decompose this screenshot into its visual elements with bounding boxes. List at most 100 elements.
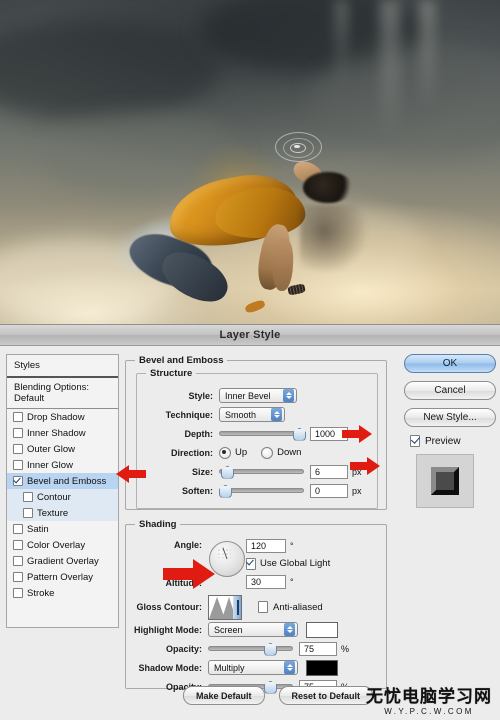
person-hair — [303, 172, 353, 203]
watermark-url: W.Y.P.C.W.COM — [366, 707, 492, 716]
checkbox-icon[interactable] — [13, 412, 23, 422]
sidebar-item-label: Gradient Overlay — [27, 556, 99, 567]
checkbox-icon[interactable] — [13, 444, 23, 454]
size-slider[interactable] — [219, 465, 304, 479]
highlight-opacity-slider[interactable] — [208, 642, 293, 656]
row-use-global-light[interactable]: Use Global Light — [246, 554, 380, 573]
slider-track — [219, 431, 304, 436]
checkbox-icon[interactable] — [13, 588, 23, 598]
slider-thumb[interactable] — [264, 643, 277, 656]
dialog-footer: Make Default Reset to Default 无忧电脑学习网 W.… — [0, 680, 500, 720]
preview-label: Preview — [425, 436, 461, 447]
size-input[interactable]: 6 — [310, 465, 348, 479]
sidebar-item-satin[interactable]: Satin — [7, 521, 118, 537]
ok-button[interactable]: OK — [404, 354, 496, 373]
highlight-mode-value: Screen — [214, 625, 280, 635]
sidebar-item-drop-shadow[interactable]: Drop Shadow — [7, 409, 118, 425]
sidebar-item-bevel-and-emboss[interactable]: Bevel and Emboss — [7, 473, 118, 489]
reset-to-default-button[interactable]: Reset to Default — [279, 686, 374, 705]
altitude-input[interactable]: 30 — [246, 575, 286, 589]
checkbox-icon[interactable] — [13, 572, 23, 582]
sidebar-blending-options[interactable]: Blending Options: Default — [7, 378, 118, 409]
checkbox-icon[interactable] — [258, 601, 268, 613]
shading-group: Shading Angle: Altitude: — [125, 524, 387, 689]
label-angle: Angle: — [130, 537, 202, 554]
sidebar-item-gradient-overlay[interactable]: Gradient Overlay — [7, 553, 118, 569]
sidebar-item-contour[interactable]: Contour — [7, 489, 118, 505]
cancel-button[interactable]: Cancel — [404, 381, 496, 400]
depth-input[interactable]: 1000 — [310, 427, 348, 441]
label-highlight-mode: Highlight Mode: — [130, 625, 208, 635]
checkbox-icon[interactable] — [13, 460, 23, 470]
row-shadow-mode: Shadow Mode: Multiply — [130, 658, 380, 677]
shadow-mode-select[interactable]: Multiply — [208, 660, 298, 675]
dialog-title: Layer Style — [220, 329, 281, 341]
sidebar-item-label: Texture — [37, 508, 68, 519]
gloss-contour-preview[interactable] — [208, 595, 242, 620]
sidebar-item-inner-shadow[interactable]: Inner Shadow — [7, 425, 118, 441]
preview-toggle[interactable]: Preview — [410, 435, 496, 447]
depth-slider[interactable] — [219, 427, 304, 441]
technique-select[interactable]: Smooth — [219, 407, 285, 422]
shadow-color-swatch[interactable] — [306, 660, 338, 676]
style-select[interactable]: Inner Bevel — [219, 388, 297, 403]
highlight-opacity-input[interactable]: 75 — [299, 642, 337, 656]
sidebar-item-color-overlay[interactable]: Color Overlay — [7, 537, 118, 553]
watermark: 无忧电脑学习网 W.Y.P.C.W.COM — [366, 689, 492, 716]
highlight-mode-select[interactable]: Screen — [208, 622, 298, 637]
sidebar-item-outer-glow[interactable]: Outer Glow — [7, 441, 118, 457]
angle-dial-wrap[interactable] — [208, 537, 246, 577]
slider-thumb[interactable] — [219, 485, 232, 498]
checkbox-icon[interactable] — [13, 476, 23, 486]
radio-direction-down[interactable] — [261, 447, 273, 459]
technique-select-value: Smooth — [225, 410, 267, 420]
sidebar-empty-area — [7, 601, 118, 685]
shadow-mode-value: Multiply — [214, 663, 280, 673]
sidebar-item-label: Color Overlay — [27, 540, 85, 551]
sidebar-item-stroke[interactable]: Stroke — [7, 585, 118, 601]
label-direction-up: Up — [235, 447, 247, 458]
checkbox-icon[interactable] — [13, 428, 23, 438]
chevron-updown-icon[interactable] — [283, 389, 294, 402]
sidebar-item-texture[interactable]: Texture — [7, 505, 118, 521]
checkbox-icon[interactable] — [23, 492, 33, 502]
row-direction: Direction: Up Down — [141, 443, 371, 462]
group-legend-structure: Structure — [146, 368, 196, 379]
row-altitude: 30 ° — [246, 573, 380, 590]
slider-thumb[interactable] — [221, 466, 234, 479]
chevron-updown-icon[interactable] — [284, 623, 295, 636]
sidebar-header[interactable]: Styles — [7, 355, 118, 378]
highlight-opacity-unit: % — [341, 644, 349, 654]
angle-altitude-block: Angle: Altitude: 120 ° — [130, 537, 380, 592]
radio-direction-up[interactable] — [219, 447, 231, 459]
checkbox-icon[interactable] — [13, 524, 23, 534]
sidebar-item-label: Drop Shadow — [27, 412, 85, 423]
label-depth: Depth: — [141, 429, 219, 439]
soften-input[interactable]: 0 — [310, 484, 348, 498]
checkbox-icon[interactable] — [410, 435, 420, 447]
checkbox-icon[interactable] — [23, 508, 33, 518]
new-style-button[interactable]: New Style... — [404, 408, 496, 427]
angle-dial[interactable] — [209, 541, 245, 577]
sidebar-item-inner-glow[interactable]: Inner Glow — [7, 457, 118, 473]
style-select-value: Inner Bevel — [225, 391, 279, 401]
label-style: Style: — [141, 391, 219, 401]
checkbox-icon[interactable] — [13, 556, 23, 566]
sidebar-item-pattern-overlay[interactable]: Pattern Overlay — [7, 569, 118, 585]
row-size: Size: 6 px — [141, 462, 371, 481]
person-figure — [0, 0, 500, 330]
highlight-color-swatch[interactable] — [306, 622, 338, 638]
soften-unit: px — [352, 486, 362, 496]
checkbox-icon[interactable] — [13, 540, 23, 550]
slider-thumb[interactable] — [293, 428, 306, 441]
group-legend-bevel: Bevel and Emboss — [135, 355, 227, 366]
angle-input[interactable]: 120 — [246, 539, 286, 553]
chevron-updown-icon[interactable] — [271, 408, 282, 421]
style-preview-thumbnail — [416, 454, 474, 508]
dialog-titlebar[interactable]: Layer Style — [0, 325, 500, 346]
soften-slider[interactable] — [219, 484, 304, 498]
chevron-updown-icon[interactable] — [284, 661, 295, 674]
make-default-button[interactable]: Make Default — [183, 686, 265, 705]
checkbox-icon[interactable] — [246, 558, 256, 570]
label-technique: Technique: — [141, 410, 219, 420]
